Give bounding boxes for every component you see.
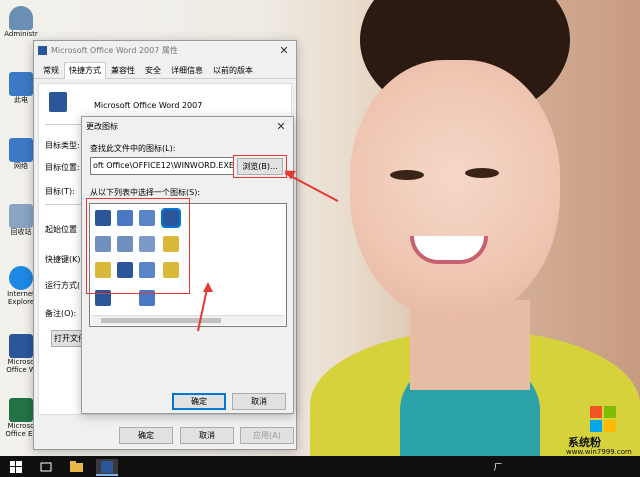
network-icon	[9, 138, 33, 162]
logo-square-blue	[590, 420, 602, 432]
word-icon	[9, 334, 33, 358]
logo-square-red	[590, 406, 602, 418]
target-type-label: 目标类型:	[45, 141, 80, 150]
wallpaper-portrait	[290, 0, 640, 456]
close-icon[interactable]: ✕	[273, 120, 289, 133]
user-icon	[9, 6, 33, 30]
horizontal-scrollbar[interactable]	[91, 315, 285, 325]
logo-square-green	[604, 406, 616, 418]
select-icon-label: 从以下列表中选择一个图标(S):	[90, 188, 201, 197]
ie-icon	[9, 266, 33, 290]
run-label: 运行方式(	[45, 281, 81, 290]
properties-tabs: 常规 快捷方式 兼容性 安全 详细信息 以前的版本	[34, 62, 296, 79]
target-label: 目标(T):	[45, 187, 75, 196]
tab-previous-versions[interactable]: 以前的版本	[208, 62, 258, 78]
file-explorer-icon[interactable]	[68, 459, 84, 474]
tab-security[interactable]: 安全	[140, 62, 166, 78]
word-icon	[49, 92, 67, 112]
close-icon[interactable]: ✕	[276, 44, 292, 57]
tab-details[interactable]: 详细信息	[166, 62, 208, 78]
annotation-arrowhead-icons	[203, 282, 213, 292]
properties-title: Microsoft Office Word 2007 属性	[51, 45, 178, 55]
app-name: Microsoft Office Word 2007	[94, 101, 203, 110]
task-view-icon[interactable]	[38, 459, 54, 474]
word-taskbar-icon[interactable]	[96, 459, 118, 476]
apply-button[interactable]: 应用(A)	[240, 427, 294, 444]
recycle-bin-icon	[9, 204, 33, 228]
taskbar: ㄏ	[0, 456, 640, 477]
icon-file-path-input[interactable]: oft Office\OFFICE12\WINWORD.EXE	[90, 157, 234, 175]
shortcut-key-label: 快捷键(K)	[45, 255, 81, 264]
tab-general[interactable]: 常规	[38, 62, 64, 78]
windows-start-icon[interactable]	[8, 459, 24, 474]
computer-icon	[9, 72, 33, 96]
dialog-ok-button[interactable]: 确定	[172, 393, 226, 410]
app-small-icon	[38, 45, 47, 55]
tray-glyph[interactable]: ㄏ	[488, 459, 508, 474]
tab-compatibility[interactable]: 兼容性	[106, 62, 140, 78]
change-icon-titlebar[interactable]: 更改图标 ✕	[82, 117, 293, 135]
watermark: 系统粉 www.win7999.com	[552, 404, 640, 456]
scrollbar-thumb[interactable]	[101, 318, 221, 323]
start-in-label: 起始位置	[45, 225, 77, 234]
target-location-label: 目标位置:	[45, 163, 80, 172]
find-icons-label: 查找此文件中的图标(L):	[90, 144, 176, 153]
ok-button[interactable]: 确定	[119, 427, 173, 444]
dialog-cancel-button[interactable]: 取消	[232, 393, 286, 410]
logo-square-yellow	[604, 420, 616, 432]
annotation-box-browse	[233, 155, 287, 178]
properties-titlebar[interactable]: Microsoft Office Word 2007 属性 ✕	[34, 41, 296, 59]
tab-shortcut[interactable]: 快捷方式	[64, 62, 106, 79]
annotation-box-icons	[86, 198, 190, 294]
watermark-url: www.win7999.com	[566, 448, 632, 456]
comment-label: 备注(O):	[45, 309, 77, 318]
desktop-icon-admin[interactable]: Administr	[4, 6, 38, 38]
cancel-button[interactable]: 取消	[180, 427, 234, 444]
dialog-title: 更改图标	[86, 121, 118, 131]
excel-icon	[9, 398, 33, 422]
